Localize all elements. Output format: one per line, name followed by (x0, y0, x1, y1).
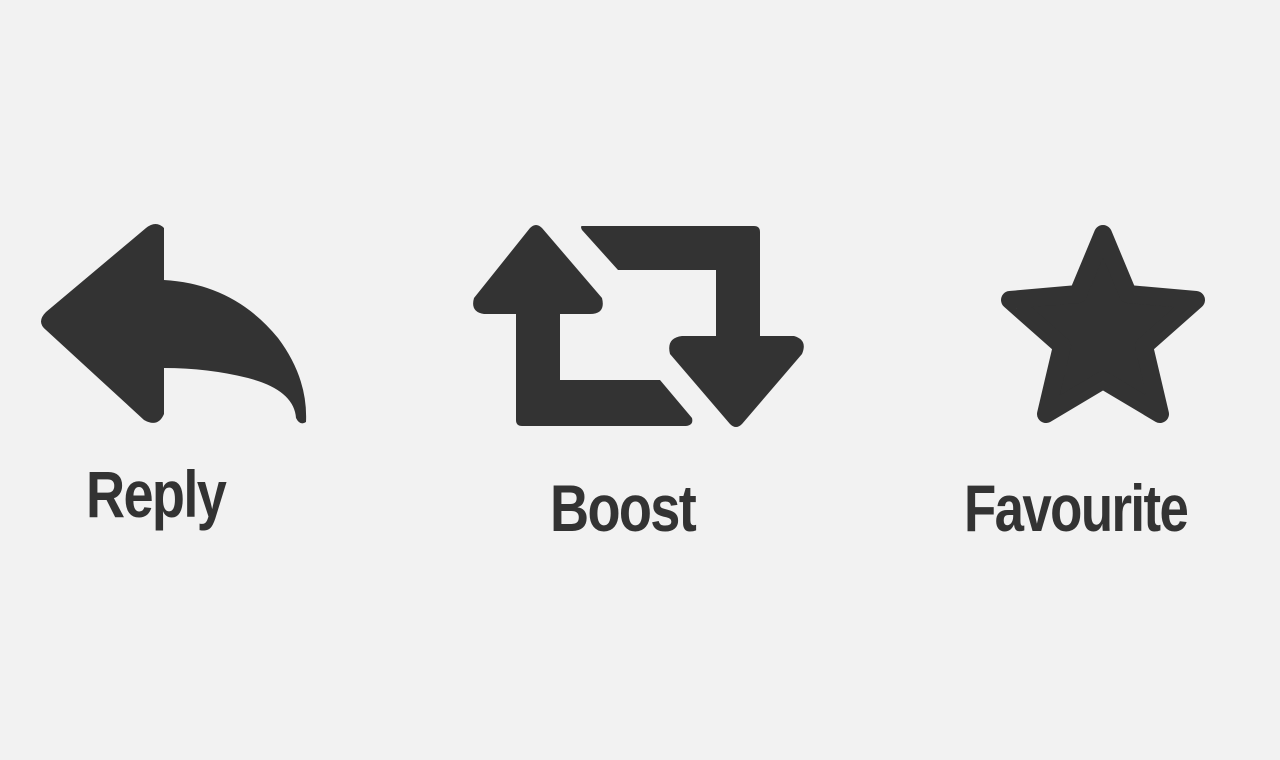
boost-label: Boost (550, 471, 697, 545)
boost-retweet-icon[interactable] (470, 222, 808, 428)
reply-arrow-icon[interactable] (38, 222, 310, 428)
boost-action[interactable]: Boost (420, 0, 860, 760)
star-icon[interactable] (996, 222, 1210, 428)
reply-action[interactable]: Reply (0, 0, 400, 760)
favourite-label: Favourite (964, 471, 1189, 545)
favourite-action[interactable]: Favourite (940, 0, 1280, 760)
reply-label: Reply (86, 457, 227, 531)
